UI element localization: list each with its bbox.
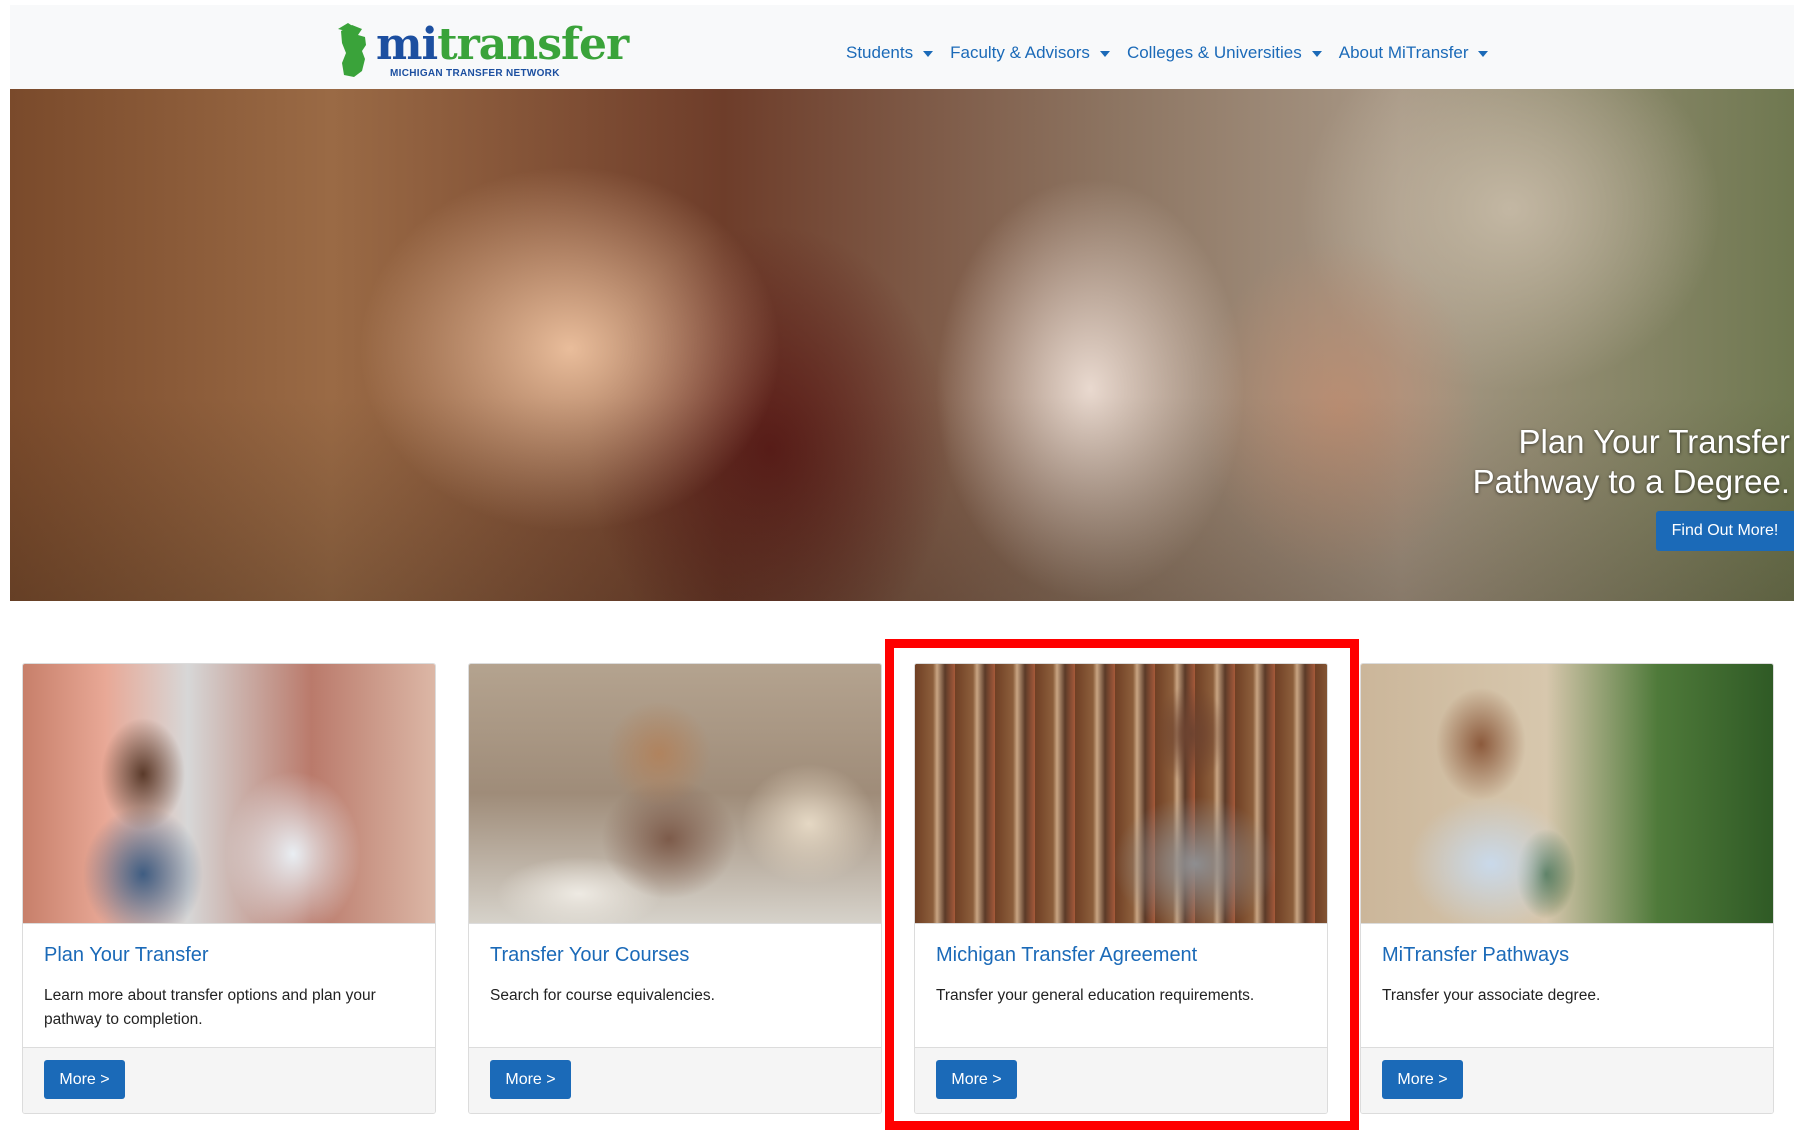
nav-students-label: Students <box>846 43 914 62</box>
card-text: Learn more about transfer options and pl… <box>44 987 376 1028</box>
more-button[interactable]: More > <box>490 1060 571 1099</box>
hero-caption-line1: Plan Your Transfer <box>1518 423 1790 460</box>
nav-faculty-advisors-label: Faculty & Advisors <box>950 43 1090 62</box>
more-button[interactable]: More > <box>44 1060 125 1099</box>
card-image-library <box>915 664 1327 924</box>
hero-caption: Plan Your Transfer Pathway to a Degree. <box>1473 422 1790 502</box>
nav-students[interactable]: Students <box>846 43 934 63</box>
logo-wordmark: mitransfer <box>376 23 629 67</box>
card-text: Search for course equivalencies. <box>490 987 715 1004</box>
logo-word-transfer: transfer <box>437 19 629 70</box>
hero-overlay <box>10 89 1794 601</box>
more-button[interactable]: More > <box>936 1060 1017 1099</box>
card-footer: More > <box>469 1047 881 1113</box>
nav-faculty-advisors[interactable]: Faculty & Advisors <box>950 43 1110 63</box>
caret-down-icon <box>1099 50 1110 57</box>
hero-caption-line2: Pathway to a Degree. <box>1472 463 1790 500</box>
site-header: mitransfer MICHIGAN TRANSFER NETWORK Stu… <box>10 5 1794 89</box>
mitransfer-logo[interactable]: mitransfer MICHIGAN TRANSFER NETWORK <box>328 17 629 83</box>
michigan-map-icon <box>338 23 366 77</box>
card-mitransfer-pathways: MiTransfer Pathways Transfer your associ… <box>1360 663 1774 1114</box>
caret-down-icon <box>1478 50 1489 57</box>
card-title[interactable]: Plan Your Transfer <box>44 944 209 967</box>
logo-word-mi: mi <box>376 19 438 70</box>
card-image-studying <box>469 664 881 924</box>
nav-about-mitransfer[interactable]: About MiTransfer <box>1339 43 1489 63</box>
card-title[interactable]: MiTransfer Pathways <box>1382 944 1569 967</box>
hero-banner-image: Plan Your Transfer Pathway to a Degree. <box>10 89 1794 601</box>
caret-down-icon <box>923 50 934 57</box>
main-nav: Students Faculty & Advisors Colleges & U… <box>846 35 1505 71</box>
card-footer: More > <box>23 1047 435 1113</box>
more-button[interactable]: More > <box>1382 1060 1463 1099</box>
card-image-students <box>23 664 435 924</box>
find-out-more-button[interactable]: Find Out More! <box>1656 511 1794 551</box>
card-image-student-outdoors <box>1361 664 1773 924</box>
card-michigan-transfer-agreement: Michigan Transfer Agreement Transfer you… <box>914 663 1328 1114</box>
nav-colleges-universities-label: Colleges & Universities <box>1126 43 1302 62</box>
card-text: Transfer your associate degree. <box>1382 987 1601 1004</box>
page: mitransfer MICHIGAN TRANSFER NETWORK Stu… <box>0 0 1794 1130</box>
card-text: Transfer your general education requirem… <box>936 987 1255 1004</box>
card-transfer-your-courses: Transfer Your Courses Search for course … <box>468 663 882 1114</box>
card-footer: More > <box>1361 1047 1773 1113</box>
card-title[interactable]: Transfer Your Courses <box>490 944 689 967</box>
logo-tagline: MICHIGAN TRANSFER NETWORK <box>390 68 560 79</box>
nav-about-mitransfer-label: About MiTransfer <box>1338 43 1469 62</box>
caret-down-icon <box>1311 50 1322 57</box>
card-footer: More > <box>915 1047 1327 1113</box>
card-plan-your-transfer: Plan Your Transfer Learn more about tran… <box>22 663 436 1114</box>
nav-colleges-universities[interactable]: Colleges & Universities <box>1127 43 1322 63</box>
card-title[interactable]: Michigan Transfer Agreement <box>936 944 1197 967</box>
